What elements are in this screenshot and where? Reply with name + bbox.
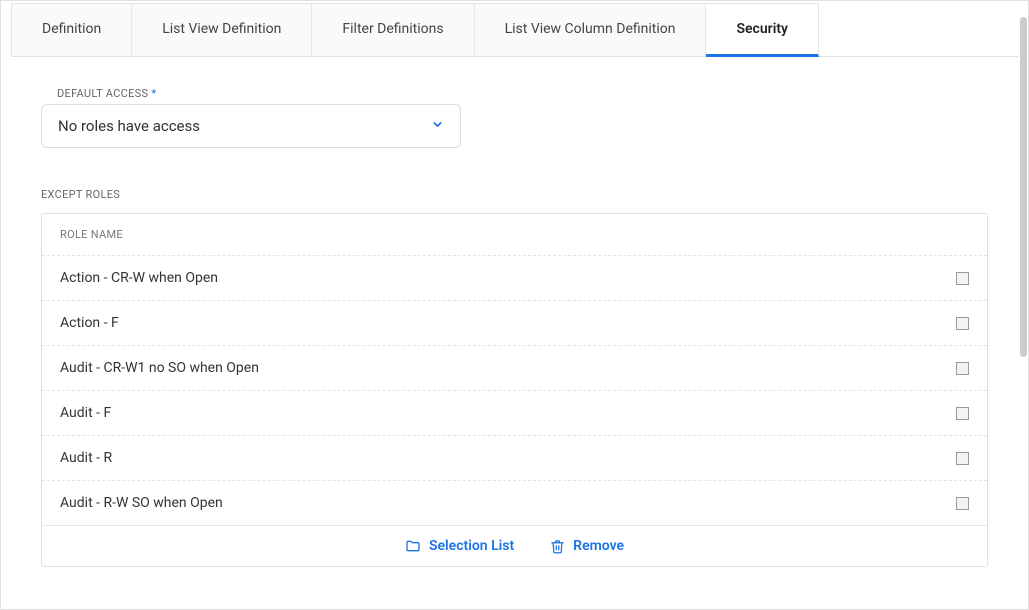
table-row[interactable]: Action - CR-W when Open xyxy=(42,256,987,301)
tab-bar: Definition List View Definition Filter D… xyxy=(11,3,1018,57)
scrollbar[interactable] xyxy=(1020,17,1027,357)
panel: Definition List View Definition Filter D… xyxy=(0,0,1029,610)
tab-filter-definitions[interactable]: Filter Definitions xyxy=(312,3,474,56)
role-name: Audit - R-W SO when Open xyxy=(60,495,223,511)
table-row[interactable]: Audit - F xyxy=(42,391,987,436)
default-access-value: No roles have access xyxy=(58,117,200,135)
roles-list[interactable]: ROLE NAME Action - CR-W when Open Action… xyxy=(42,214,987,525)
trash-icon xyxy=(550,539,565,554)
table-row[interactable]: Action - F xyxy=(42,301,987,346)
folder-icon xyxy=(405,538,421,554)
row-checkbox[interactable] xyxy=(956,272,969,285)
role-name: Audit - CR-W1 no SO when Open xyxy=(60,360,259,376)
row-checkbox[interactable] xyxy=(956,362,969,375)
default-access-select[interactable]: No roles have access xyxy=(41,104,461,148)
remove-button[interactable]: Remove xyxy=(550,538,624,554)
except-roles-label: EXCEPT ROLES xyxy=(41,188,988,201)
selection-list-label: Selection List xyxy=(429,538,514,554)
roles-footer: Selection List Remove xyxy=(42,525,987,566)
table-row[interactable]: Audit - R-W SO when Open xyxy=(42,481,987,525)
roles-header: ROLE NAME xyxy=(42,214,987,256)
selection-list-button[interactable]: Selection List xyxy=(405,538,514,554)
roles-panel: ROLE NAME Action - CR-W when Open Action… xyxy=(41,213,988,567)
chevron-down-icon xyxy=(431,117,444,135)
row-checkbox[interactable] xyxy=(956,452,969,465)
table-row[interactable]: Audit - CR-W1 no SO when Open xyxy=(42,346,987,391)
row-checkbox[interactable] xyxy=(956,497,969,510)
row-checkbox[interactable] xyxy=(956,317,969,330)
tab-list-view-definition[interactable]: List View Definition xyxy=(132,3,312,56)
table-row[interactable]: Audit - R xyxy=(42,436,987,481)
role-name: Action - CR-W when Open xyxy=(60,270,218,286)
remove-label: Remove xyxy=(573,538,624,554)
role-name: Action - F xyxy=(60,315,119,331)
role-name: Audit - R xyxy=(60,450,112,466)
role-name: Audit - F xyxy=(60,405,111,421)
required-indicator: * xyxy=(151,87,156,100)
default-access-label: DEFAULT ACCESS * xyxy=(57,87,988,100)
tab-security[interactable]: Security xyxy=(706,3,819,57)
row-checkbox[interactable] xyxy=(956,407,969,420)
tab-list-view-column-definition[interactable]: List View Column Definition xyxy=(475,3,707,56)
tab-definition[interactable]: Definition xyxy=(11,3,132,56)
